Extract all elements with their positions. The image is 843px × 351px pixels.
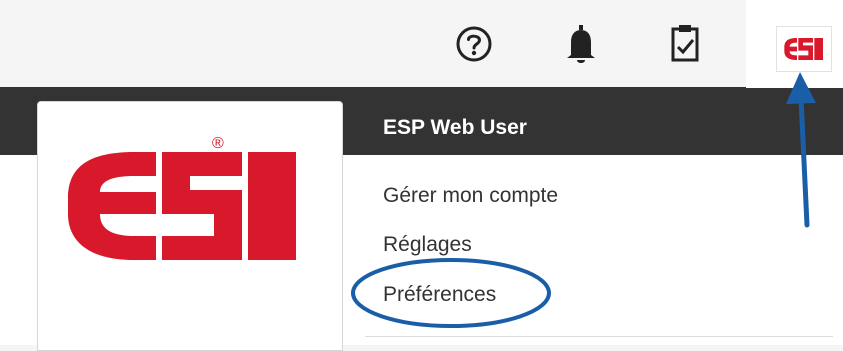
annotation-arrow-head xyxy=(786,72,816,104)
highlight-circle xyxy=(351,258,551,328)
annotation-overlay xyxy=(351,72,816,328)
annotation-arrow-shaft xyxy=(798,95,810,228)
